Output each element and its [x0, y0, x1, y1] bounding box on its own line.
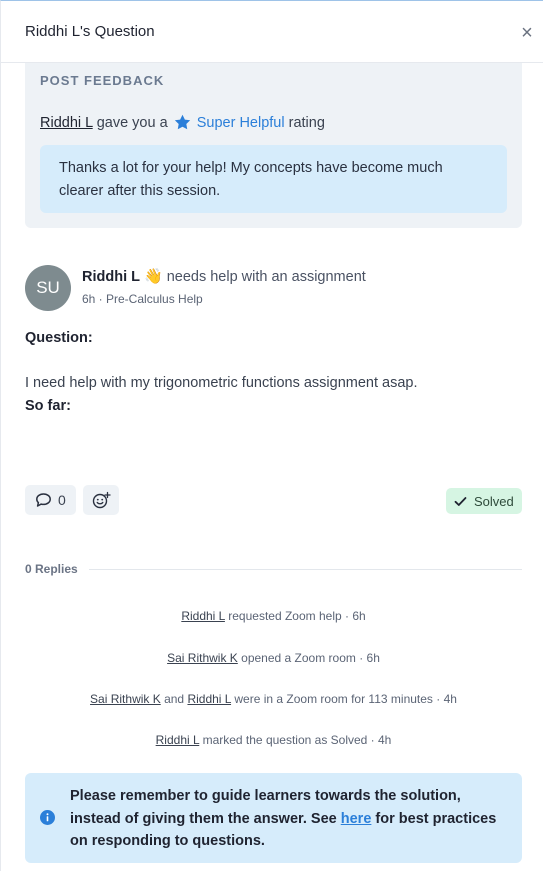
question-panel: Riddhi L's Question × POST FEEDBACK Ridd…	[0, 0, 543, 871]
solved-label: Solved	[474, 494, 514, 509]
activity-user-link[interactable]: Sai Rithwik K	[90, 692, 161, 706]
add-reaction-button[interactable]	[83, 485, 119, 515]
guidance-notice: Please remember to guide learners toward…	[25, 773, 522, 863]
post-feedback-card: POST FEEDBACK Riddhi L gave you a Super …	[25, 63, 522, 228]
avatar: SU	[25, 265, 71, 311]
info-icon	[40, 810, 55, 830]
feedback-text-before: gave you a	[96, 115, 168, 131]
activity-user-link[interactable]: Riddhi L	[187, 692, 231, 706]
panel-header: Riddhi L's Question ×	[1, 1, 543, 63]
wave-icon: 👋	[144, 268, 163, 285]
question-label: Question:	[25, 330, 93, 346]
activity-item: Sai Rithwik K opened a Zoom room · 6h	[25, 651, 522, 665]
emoji-add-icon	[92, 491, 111, 514]
close-icon[interactable]: ×	[521, 22, 533, 44]
best-practices-link[interactable]: here	[341, 811, 372, 827]
close-button[interactable]: ×	[517, 23, 537, 43]
activity-user-link[interactable]: Riddhi L	[181, 609, 225, 623]
activity-text: marked the question as Solved · 4h	[202, 733, 392, 747]
feedback-user-link[interactable]: Riddhi L	[40, 115, 93, 131]
comment-icon	[35, 492, 52, 513]
activity-text: were in a Zoom room for 113 minutes · 4h	[234, 692, 457, 706]
post-author[interactable]: Riddhi L	[82, 269, 140, 285]
feedback-quote: Thanks a lot for your help! My concepts …	[40, 145, 507, 213]
feedback-text-after: rating	[288, 115, 325, 131]
activity-item: Riddhi L marked the question as Solved ·…	[25, 733, 522, 747]
activity-user-link[interactable]: Riddhi L	[156, 733, 200, 747]
comment-count: 0	[58, 492, 66, 508]
question-body: I need help with my trigonometric functi…	[25, 375, 418, 391]
activity-text: opened a Zoom room · 6h	[241, 651, 380, 665]
post-meta: 6h · Pre-Calculus Help	[82, 292, 203, 306]
notice-text: Please remember to guide learners toward…	[70, 785, 510, 853]
replies-count: 0 Replies	[25, 562, 78, 576]
post-action: needs help with an assignment	[166, 269, 366, 285]
activity-user-link[interactable]: Sai Rithwik K	[167, 651, 238, 665]
feedback-rating-line: Riddhi L gave you a Super Helpful rating	[40, 114, 325, 134]
activity-joiner: and	[164, 692, 185, 706]
comment-button[interactable]: 0	[25, 485, 76, 515]
post-header: Riddhi L 👋 needs help with an assignment	[82, 267, 366, 285]
feedback-heading: POST FEEDBACK	[40, 73, 165, 88]
activity-text: requested Zoom help · 6h	[228, 609, 366, 623]
replies-divider	[89, 569, 522, 570]
panel-title: Riddhi L's Question	[25, 23, 155, 40]
solved-badge: Solved	[446, 488, 522, 514]
star-icon	[174, 114, 191, 134]
activity-item: Riddhi L requested Zoom help · 6h	[25, 609, 522, 623]
feedback-rating: Super Helpful	[196, 115, 285, 131]
activity-item: Sai Rithwik K and Riddhi L were in a Zoo…	[25, 692, 522, 706]
so-far-label: So far:	[25, 398, 71, 414]
check-icon	[454, 495, 467, 510]
